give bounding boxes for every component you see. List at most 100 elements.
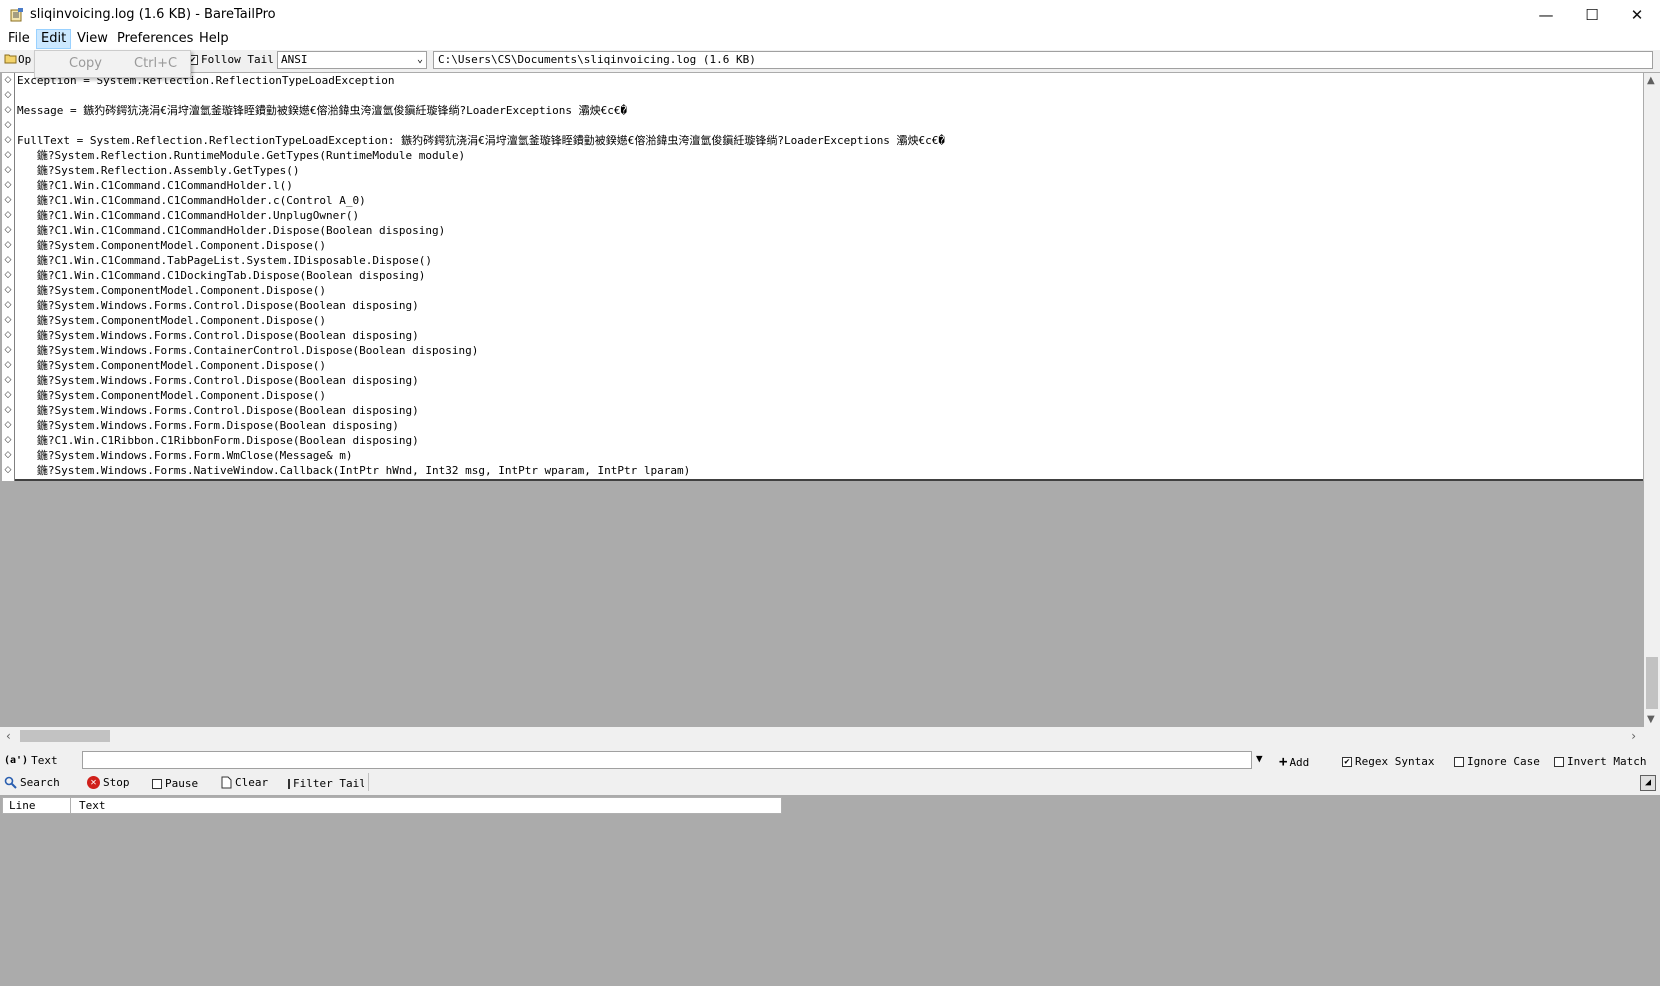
bookmark-marker-icon[interactable]: ◇ [2,313,14,328]
add-label: Add [1289,755,1310,769]
log-line[interactable]: 鍦?System.Windows.Forms.ContainerControl.… [15,343,1643,358]
bookmark-marker-icon[interactable]: ◇ [2,88,14,103]
minimize-button[interactable]: — [1523,0,1569,30]
log-line[interactable]: 鍦?System.Reflection.Assembly.GetTypes() [15,163,1643,178]
log-line[interactable]: 鍦?System.Windows.Forms.Control.Dispose(B… [15,298,1643,313]
clear-button[interactable]: Clear [221,776,268,789]
filter-input[interactable] [82,751,1252,769]
search-button[interactable]: Search [4,776,60,789]
scroll-down-icon[interactable]: ▼ [1647,714,1655,725]
log-line[interactable]: 鍦?C1.Win.C1Ribbon.C1RibbonForm.Dispose(B… [15,433,1643,448]
log-line[interactable]: 鍦?C1.Win.C1Command.C1DockingTab.Dispose(… [15,268,1643,283]
log-line[interactable]: 鍦?System.ComponentModel.Component.Dispos… [15,238,1643,253]
log-line[interactable]: 鍦?System.ComponentModel.Component.Dispos… [15,388,1643,403]
menu-preferences[interactable]: Preferences [113,30,197,48]
menu-help[interactable]: Help [195,30,233,48]
log-line[interactable]: 鍦?System.Windows.Forms.NativeWindow.Call… [15,463,1643,478]
invert-match-toggle[interactable]: Invert Match [1554,755,1646,768]
vertical-scrollbar[interactable]: ▲ ▼ [1644,73,1660,727]
horizontal-scrollbar[interactable]: ‹ › [0,727,1660,745]
scroll-left-icon[interactable]: ‹ [6,729,11,743]
stop-button[interactable]: ✕ Stop [87,776,130,789]
resize-grip-icon[interactable]: ◢ [1640,775,1656,791]
maximize-button[interactable]: ☐ [1569,0,1615,30]
bookmark-marker-icon[interactable]: ◇ [2,358,14,373]
log-line[interactable]: 鍦?C1.Win.C1Command.C1CommandHolder.c(Con… [15,193,1643,208]
vertical-scroll-thumb[interactable] [1646,657,1658,709]
log-line[interactable]: Message = 鏃犳硶鍔犺浇涓€涓垨澶氫釜璇锋眰鐨勭被鍨嬨€傛湁鍏虫洿澶氫俊… [15,103,1643,118]
menu-copy-item[interactable]: Copy [69,56,102,71]
log-view[interactable]: ◇ ◇ ◇ ◇ ◇ ◇ ◇ ◇ ◇ ◇ ◇ ◇ ◇ ◇ ◇ ◇ ◇ ◇ ◇ ◇ ◇ ◇ ◇ ◇ ◇ ◇ ◇ Exception = … [0,73,1644,727]
log-line[interactable]: 鍦?System.Windows.Forms.Control.Dispose(B… [15,403,1643,418]
encoding-select[interactable]: ANSI ⌄ [277,51,427,69]
bookmark-marker-icon[interactable]: ◇ [2,163,14,178]
log-line[interactable] [15,118,1643,133]
horizontal-scroll-thumb[interactable] [20,730,110,742]
log-line[interactable] [15,88,1643,103]
open-button[interactable]: Op [4,53,31,66]
text-mode-label[interactable]: (a') Text [4,754,58,767]
ignore-case-checkbox[interactable] [1454,756,1464,767]
bookmark-marker-icon[interactable]: ◇ [2,283,14,298]
bookmark-marker-icon[interactable]: ◇ [2,253,14,268]
pause-toggle[interactable]: Pause [152,777,198,790]
follow-tail-toggle[interactable]: ✔ Follow Tail [188,53,274,66]
column-header-line[interactable]: Line [9,799,36,812]
bookmark-marker-icon[interactable]: ◇ [2,403,14,418]
invert-match-checkbox[interactable] [1554,756,1564,767]
log-line[interactable]: 鍦?System.Reflection.RuntimeModule.GetTyp… [15,148,1643,163]
menu-view[interactable]: View [73,30,112,48]
regex-syntax-toggle[interactable]: ✔ Regex Syntax [1342,755,1434,768]
log-text-area[interactable]: Exception = System.Reflection.Reflection… [15,73,1643,481]
scroll-right-icon[interactable]: › [1631,729,1636,743]
log-line[interactable]: Exception = System.Reflection.Reflection… [15,73,1643,88]
bookmark-marker-icon[interactable]: ◇ [2,208,14,223]
log-line[interactable]: 鍦?C1.Win.C1Command.C1CommandHolder.l() [15,178,1643,193]
results-pane[interactable]: Line Text [0,795,1660,986]
bookmark-marker-icon[interactable]: ◇ [2,103,14,118]
menu-file[interactable]: File [4,30,34,48]
bookmark-marker-icon[interactable]: ◇ [2,418,14,433]
bookmark-marker-icon[interactable]: ◇ [2,448,14,463]
bookmark-marker-icon[interactable]: ◇ [2,388,14,403]
log-line[interactable]: FullText = System.Reflection.ReflectionT… [15,133,1643,148]
bookmark-marker-icon[interactable]: ◇ [2,178,14,193]
bookmark-marker-icon[interactable]: ◇ [2,463,14,478]
bookmark-marker-icon[interactable]: ◇ [2,433,14,448]
bookmark-marker-icon[interactable]: ◇ [2,343,14,358]
log-line[interactable]: 鍦?System.ComponentModel.Component.Dispos… [15,283,1643,298]
bookmark-marker-icon[interactable]: ◇ [2,373,14,388]
bookmark-marker-icon[interactable]: ◇ [2,238,14,253]
log-line[interactable]: 鍦?System.ComponentModel.Component.Dispos… [15,313,1643,328]
log-line[interactable]: 鍦?C1.Win.C1Command.C1CommandHolder.Dispo… [15,223,1643,238]
column-header-text[interactable]: Text [79,799,106,812]
file-path-field[interactable]: C:\Users\CS\Documents\sliqinvoicing.log … [433,51,1653,69]
ignore-case-toggle[interactable]: Ignore Case [1454,755,1540,768]
bookmark-marker-icon[interactable]: ◇ [2,298,14,313]
column-divider[interactable] [70,798,71,813]
filter-tail-toggle[interactable]: Filter Tail [288,777,364,790]
close-button[interactable]: ✕ [1614,0,1660,30]
bookmark-marker-icon[interactable]: ◇ [2,118,14,133]
log-line[interactable]: 鍦?System.Windows.Forms.Control.Dispose(B… [15,373,1643,388]
bookmark-marker-icon[interactable]: ◇ [2,73,14,88]
log-line[interactable]: 鍦?System.Windows.Forms.Form.WmClose(Mess… [15,448,1643,463]
filter-tail-checkbox[interactable] [288,778,290,789]
pause-checkbox[interactable] [152,778,162,789]
menu-edit[interactable]: Edit [36,29,72,49]
scroll-up-icon[interactable]: ▲ [1647,75,1655,86]
bookmark-marker-icon[interactable]: ◇ [2,148,14,163]
bookmark-marker-icon[interactable]: ◇ [2,223,14,238]
log-line[interactable]: 鍦?System.ComponentModel.Component.Dispos… [15,358,1643,373]
bookmark-marker-icon[interactable]: ◇ [2,268,14,283]
bookmark-marker-icon[interactable]: ◇ [2,328,14,343]
bookmark-marker-icon[interactable]: ◇ [2,193,14,208]
log-line[interactable]: 鍦?System.Windows.Forms.Control.Dispose(B… [15,328,1643,343]
add-filter-button[interactable]: + Add [1279,754,1309,770]
regex-syntax-checkbox[interactable]: ✔ [1342,756,1352,767]
log-line[interactable]: 鍦?C1.Win.C1Command.C1CommandHolder.Unplu… [15,208,1643,223]
log-line[interactable]: 鍦?System.Windows.Forms.Form.Dispose(Bool… [15,418,1643,433]
log-line[interactable]: 鍦?C1.Win.C1Command.TabPageList.System.ID… [15,253,1643,268]
filter-history-dropdown-icon[interactable]: ▼ [1256,752,1263,765]
bookmark-marker-icon[interactable]: ◇ [2,133,14,148]
